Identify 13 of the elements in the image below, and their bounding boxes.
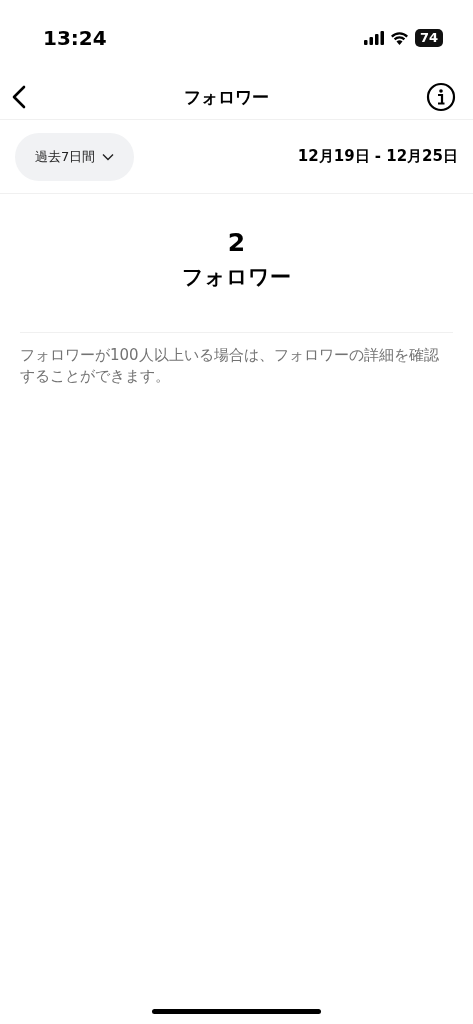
signal-icon [363, 30, 384, 45]
page-title: フォロワー [183, 85, 269, 109]
caret-icon [102, 152, 115, 161]
status-time: 13:24 [43, 25, 107, 50]
battery-indicator: 74 [414, 28, 443, 47]
follower-count: 2 [227, 228, 246, 257]
wifi-icon [389, 30, 409, 45]
back-button[interactable] [12, 85, 26, 109]
follower-label: フォロワー [182, 264, 291, 291]
info-note: フォロワーが100人以上いる場合は、フォロワーの詳細を確認することができます。 [20, 345, 440, 387]
date-range: 12月19日 - 12月25日 [297, 147, 458, 166]
info-button[interactable] [426, 82, 456, 112]
period-dropdown[interactable]: 過去7日間 [15, 132, 135, 181]
